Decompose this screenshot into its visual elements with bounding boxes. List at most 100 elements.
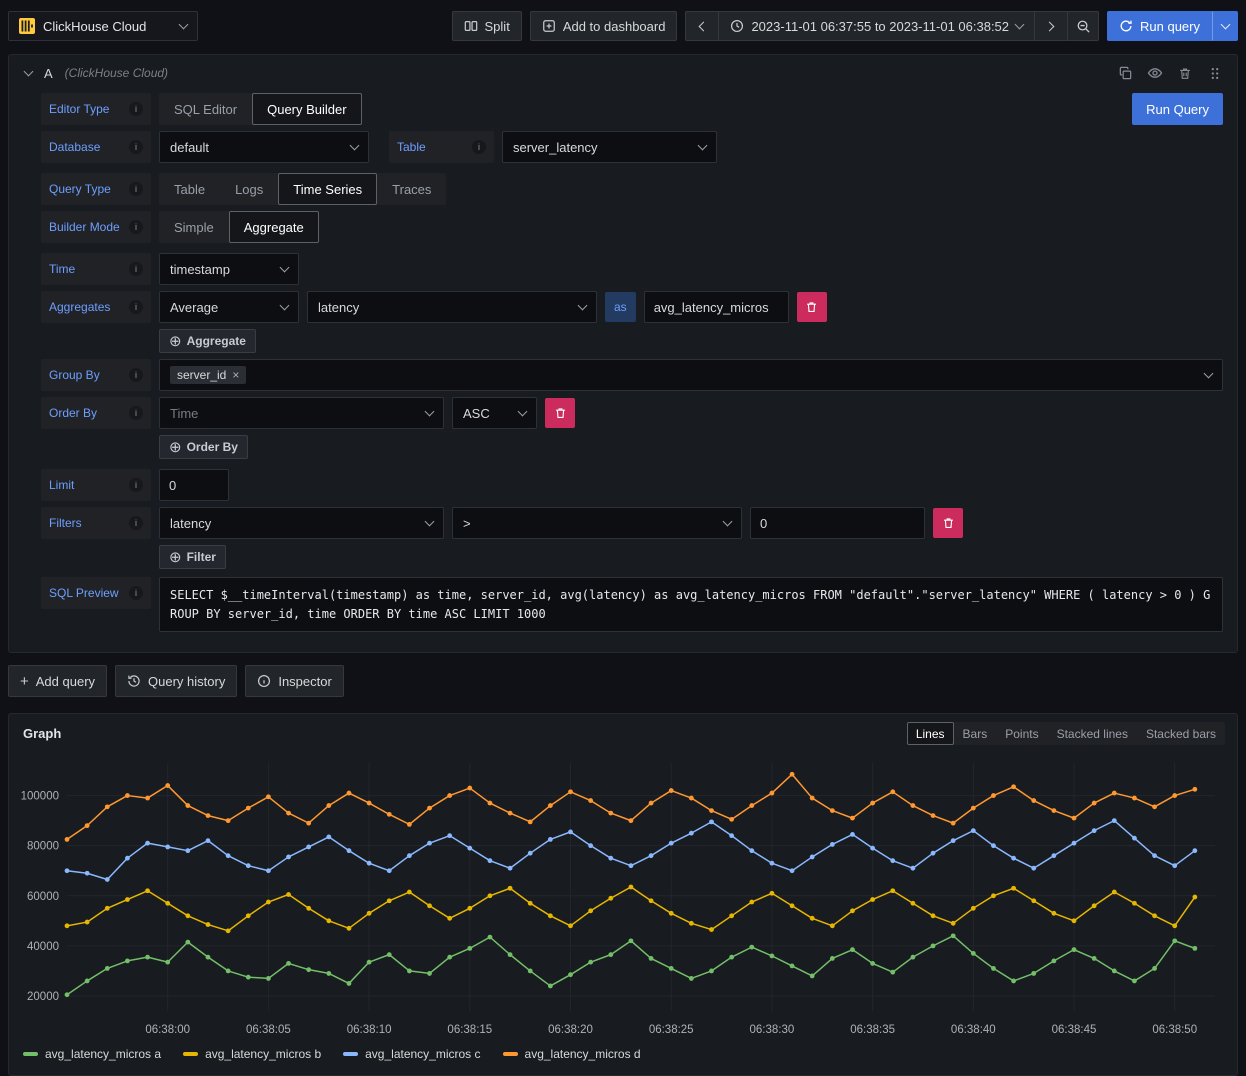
- plus-icon: ⊕: [169, 550, 182, 565]
- builder-mode-option-simple[interactable]: Simple: [159, 211, 229, 243]
- database-value: default: [170, 140, 209, 155]
- table-select[interactable]: server_latency: [502, 131, 717, 163]
- run-query-button[interactable]: Run query: [1107, 11, 1212, 41]
- database-select[interactable]: default: [159, 131, 369, 163]
- filter-value-input[interactable]: [750, 507, 925, 539]
- order-by-direction-select[interactable]: ASC: [452, 397, 537, 429]
- svg-text:06:38:25: 06:38:25: [649, 1024, 694, 1036]
- order-by-field-value: Time: [170, 406, 198, 421]
- query-type-option-logs[interactable]: Logs: [220, 173, 278, 205]
- editor-type-row: Editor Typei SQL Editor Query Builder Ru…: [41, 93, 1223, 125]
- toolbar-actions: Split Add to dashboard 2023-11-01 06:37:…: [452, 11, 1238, 41]
- info-icon[interactable]: i: [129, 368, 143, 382]
- svg-text:06:38:10: 06:38:10: [347, 1024, 392, 1036]
- chevron-down-icon: [425, 516, 435, 526]
- aggregate-column-select[interactable]: latency: [307, 291, 597, 323]
- legend-item-series-c[interactable]: avg_latency_micros c: [343, 1047, 480, 1061]
- info-icon[interactable]: i: [129, 182, 143, 196]
- remove-order-by-button[interactable]: [545, 398, 575, 428]
- legend-item-series-d[interactable]: avg_latency_micros d: [503, 1047, 641, 1061]
- group-by-label: Group Byi: [41, 359, 151, 391]
- graph-style-option-stacked-lines[interactable]: Stacked lines: [1048, 722, 1137, 745]
- plus-icon: +: [20, 674, 29, 689]
- split-button[interactable]: Split: [452, 11, 522, 41]
- add-to-dashboard-button[interactable]: Add to dashboard: [530, 11, 678, 41]
- chart-legend: avg_latency_micros a avg_latency_micros …: [9, 1043, 1237, 1069]
- query-editor-header: A (ClickHouse Cloud): [9, 55, 1237, 91]
- add-panel-icon: [542, 19, 556, 33]
- query-type-label: Query Typei: [41, 173, 151, 205]
- duplicate-query-icon[interactable]: [1117, 65, 1133, 81]
- chevron-left-icon: [699, 21, 709, 31]
- add-aggregate-button[interactable]: ⊕ Aggregate: [159, 329, 256, 353]
- legend-item-series-b[interactable]: avg_latency_micros b: [183, 1047, 321, 1061]
- svg-text:80000: 80000: [27, 841, 59, 853]
- time-column-select[interactable]: timestamp: [159, 253, 299, 285]
- query-history-button[interactable]: Query history: [115, 665, 237, 697]
- aggregate-function-select[interactable]: Average: [159, 291, 299, 323]
- drag-handle-icon[interactable]: [1207, 65, 1223, 81]
- remove-filter-button[interactable]: [933, 508, 963, 538]
- chevron-down-icon: [578, 300, 588, 310]
- series-color-swatch: [23, 1052, 38, 1056]
- remove-aggregate-button[interactable]: [797, 292, 827, 322]
- add-filter-button[interactable]: ⊕ Filter: [159, 545, 226, 569]
- aggregate-alias-input[interactable]: [644, 291, 789, 323]
- query-datasource-hint: (ClickHouse Cloud): [65, 66, 168, 80]
- collapse-chevron-icon[interactable]: [24, 66, 34, 76]
- split-icon: [464, 19, 478, 33]
- query-type-option-time-series[interactable]: Time Series: [278, 173, 377, 205]
- editor-type-option-query-builder[interactable]: Query Builder: [252, 93, 361, 125]
- table-label: Tablei: [389, 131, 494, 163]
- time-picker: 2023-11-01 06:37:55 to 2023-11-01 06:38:…: [685, 11, 1099, 41]
- filter-field-value: latency: [170, 516, 211, 531]
- add-order-by-button[interactable]: ⊕ Order By: [159, 435, 248, 459]
- graph-style-option-lines[interactable]: Lines: [907, 722, 954, 745]
- add-query-button[interactable]: + Add query: [8, 665, 107, 697]
- limit-input[interactable]: [159, 469, 229, 501]
- filter-operator-select[interactable]: >: [452, 507, 742, 539]
- remove-query-trash-icon[interactable]: [1177, 65, 1193, 81]
- inspector-button[interactable]: Inspector: [245, 665, 343, 697]
- info-icon[interactable]: i: [129, 220, 143, 234]
- graph-style-option-stacked-bars[interactable]: Stacked bars: [1137, 722, 1225, 745]
- info-icon[interactable]: i: [129, 140, 143, 154]
- query-ref-id[interactable]: A: [44, 66, 53, 81]
- group-by-tag[interactable]: server_id ×: [170, 366, 246, 384]
- info-icon[interactable]: i: [129, 300, 143, 314]
- info-icon[interactable]: i: [129, 516, 143, 530]
- run-query-dropdown-button[interactable]: [1212, 11, 1238, 41]
- chevron-down-icon: [280, 300, 290, 310]
- zoom-out-button[interactable]: [1067, 11, 1099, 41]
- hide-response-eye-icon[interactable]: [1147, 65, 1163, 81]
- run-query-inline-button[interactable]: Run Query: [1132, 93, 1223, 125]
- info-icon[interactable]: i: [129, 478, 143, 492]
- time-shift-back-button[interactable]: [685, 11, 719, 41]
- time-shift-forward-button[interactable]: [1034, 11, 1068, 41]
- time-series-chart[interactable]: 2000040000600008000010000006:38:0006:38:…: [17, 751, 1229, 1043]
- info-icon[interactable]: i: [129, 586, 143, 600]
- legend-item-series-a[interactable]: avg_latency_micros a: [23, 1047, 161, 1061]
- info-icon[interactable]: i: [129, 102, 143, 116]
- datasource-picker[interactable]: ClickHouse Cloud: [8, 11, 198, 41]
- info-icon[interactable]: i: [129, 262, 143, 276]
- query-type-option-traces[interactable]: Traces: [377, 173, 446, 205]
- table-value: server_latency: [513, 140, 598, 155]
- query-type-option-table[interactable]: Table: [159, 173, 220, 205]
- group-by-multiselect[interactable]: server_id ×: [159, 359, 1223, 391]
- editor-type-label: Editor Typei: [41, 93, 151, 125]
- remove-tag-icon[interactable]: ×: [232, 368, 239, 382]
- graph-style-option-points[interactable]: Points: [996, 722, 1047, 745]
- zoom-out-icon: [1076, 19, 1091, 34]
- info-icon[interactable]: i: [129, 406, 143, 420]
- graph-style-option-bars[interactable]: Bars: [954, 722, 997, 745]
- order-by-direction-value: ASC: [463, 406, 490, 421]
- aggregates-label: Aggregatesi: [41, 291, 151, 323]
- order-by-field-select[interactable]: Time: [159, 397, 444, 429]
- info-icon[interactable]: i: [472, 140, 486, 154]
- chevron-down-icon: [1204, 368, 1214, 378]
- builder-mode-option-aggregate[interactable]: Aggregate: [229, 211, 319, 243]
- editor-type-option-sql-editor[interactable]: SQL Editor: [159, 93, 252, 125]
- time-range-button[interactable]: 2023-11-01 06:37:55 to 2023-11-01 06:38:…: [718, 11, 1035, 41]
- filter-field-select[interactable]: latency: [159, 507, 444, 539]
